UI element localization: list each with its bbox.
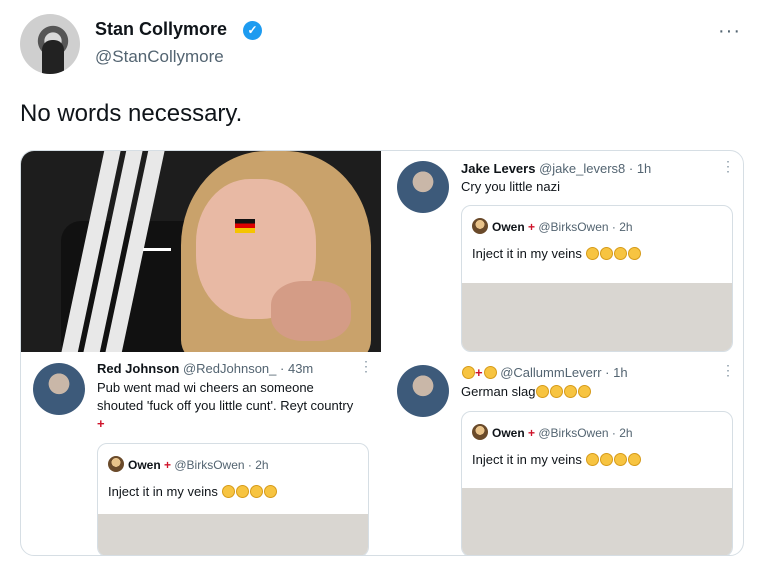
tweet-text: No words necessary. [20, 100, 243, 127]
red-quote-text-row: Inject it in my veins [108, 484, 278, 499]
owen-time: · 2h [611, 220, 633, 234]
red-more-icon: ⋮ [359, 358, 373, 374]
more-options-button[interactable]: ··· [718, 20, 741, 43]
owen-handle: @BirksOwen [538, 426, 609, 440]
callum-handle: @CallummLeverr [500, 365, 602, 380]
england-flag-icon: + [528, 426, 536, 440]
red-avatar [33, 363, 85, 415]
jake-quote-card: Owen + @BirksOwen · 2h Inject it in my v… [461, 205, 733, 352]
tweet: Stan Collymore ✓ @StanCollymore ··· No w… [0, 0, 767, 573]
owen-name: Owen [492, 426, 525, 440]
england-flag-icon: + [97, 416, 105, 431]
red-header: Red Johnson @RedJohnson_ · 43m [97, 361, 313, 376]
jake-quote-header: Owen + @BirksOwen · 2h [472, 218, 633, 234]
jake-more-icon: ⋮ [721, 158, 735, 174]
laughing-emoji-icon [550, 385, 564, 398]
germany-flag-face-paint [235, 219, 255, 233]
owen-quote-text: Inject it in my veins [472, 452, 582, 467]
red-quote-header: Owen + @BirksOwen · 2h [108, 456, 269, 472]
red-time: · 43m [280, 361, 314, 376]
laughing-emoji-icon [600, 247, 614, 260]
laughing-emoji-icon [600, 453, 614, 466]
grimacing-emoji-icon [483, 366, 497, 379]
jake-time: · 1h [628, 161, 652, 176]
callum-text: German slag [461, 384, 536, 399]
jake-name: Jake Levers [461, 161, 536, 176]
red-text-row: Pub went mad wi cheers an someone shoute… [97, 379, 357, 433]
laughing-emoji-icon [614, 247, 628, 260]
quote-image-placeholder [462, 283, 732, 351]
laughing-emoji-icon [614, 453, 628, 466]
red-handle: @RedJohnson_ [182, 361, 277, 376]
callum-quote-header: Owen + @BirksOwen · 2h [472, 424, 633, 440]
owen-avatar [472, 424, 488, 440]
owen-quote-text: Inject it in my veins [108, 484, 218, 499]
crying-girl-photo [21, 151, 381, 352]
owen-handle: @BirksOwen [174, 458, 245, 472]
author-name[interactable]: Stan Collymore [95, 19, 227, 40]
callum-avatar [397, 365, 449, 417]
owen-handle: @BirksOwen [538, 220, 609, 234]
hand-shape [271, 281, 351, 341]
adidas-logo-icon [143, 233, 171, 251]
laughing-emoji-icon [236, 485, 250, 498]
red-text: Pub went mad wi cheers an someone shoute… [97, 380, 354, 413]
laughing-emoji-icon [628, 247, 642, 260]
laughing-emoji-icon [250, 485, 264, 498]
author-handle[interactable]: @StanCollymore [95, 47, 224, 67]
callum-quote-card: Owen + @BirksOwen · 2h Inject it in my v… [461, 411, 733, 555]
callum-more-icon: ⋮ [721, 362, 735, 378]
owen-name: Owen [128, 458, 161, 472]
owen-time: · 2h [247, 458, 269, 472]
jake-quote-text-row: Inject it in my veins [472, 246, 642, 261]
laughing-emoji-icon [628, 453, 642, 466]
jake-avatar [397, 161, 449, 213]
callum-time: · 1h [605, 365, 628, 380]
owen-avatar [472, 218, 488, 234]
quote-image-placeholder [98, 514, 368, 555]
england-flag-icon: + [475, 365, 483, 380]
laughing-emoji-icon [564, 385, 578, 398]
callum-quote-text-row: Inject it in my veins [472, 452, 642, 467]
quote-image-placeholder [462, 488, 732, 555]
england-flag-icon: + [164, 458, 172, 472]
jake-header: Jake Levers @jake_levers8 · 1h [461, 161, 651, 176]
owen-time: · 2h [611, 426, 633, 440]
laughing-emoji-icon [586, 247, 600, 260]
callum-text-row: German slag [461, 384, 592, 399]
laughing-emoji-icon [578, 385, 592, 398]
jake-handle: @jake_levers8 [539, 161, 626, 176]
laughing-emoji-icon [264, 485, 278, 498]
grimacing-emoji-icon [462, 366, 475, 379]
laughing-emoji-icon [586, 453, 600, 466]
laughing-emoji-icon [536, 385, 550, 398]
england-flag-icon: + [528, 220, 536, 234]
laughing-emoji-icon [222, 485, 236, 498]
callum-header: + @CallummLeverr · 1h [461, 365, 628, 380]
owen-quote-text: Inject it in my veins [472, 246, 582, 261]
verified-badge-icon: ✓ [243, 21, 262, 40]
author-avatar[interactable] [20, 14, 80, 74]
tweet-media-image[interactable]: Jake Levers @jake_levers8 · 1h Cry you l… [20, 150, 744, 556]
jake-text: Cry you little nazi [461, 179, 560, 194]
owen-avatar [108, 456, 124, 472]
red-name: Red Johnson [97, 361, 180, 376]
owen-name: Owen [492, 220, 525, 234]
red-quote-card: Owen + @BirksOwen · 2h Inject it in my v… [97, 443, 369, 555]
